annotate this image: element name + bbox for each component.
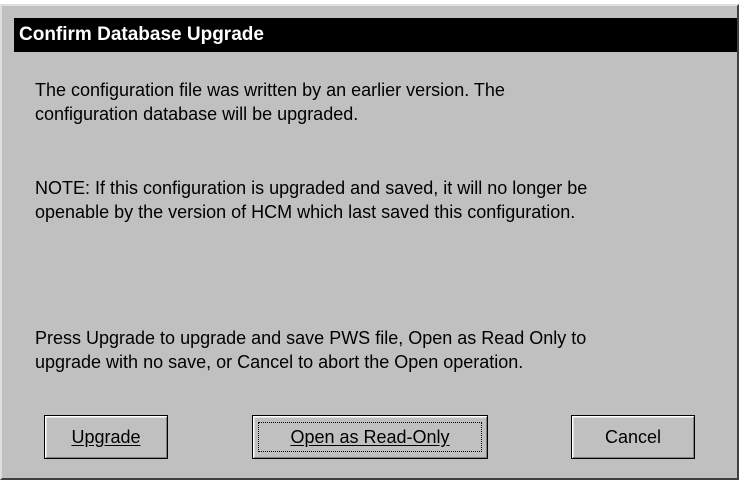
confirm-dialog: Confirm Database Upgrade The configurati…	[0, 4, 739, 480]
cancel-button[interactable]: Cancel	[571, 415, 695, 459]
message-instructions: Press Upgrade to upgrade and save PWS fi…	[35, 326, 725, 374]
message-line: configuration database will be upgraded.	[35, 104, 359, 124]
open-read-only-button-label: Open as Read-Only	[290, 427, 450, 447]
message-note: NOTE: If this configuration is upgraded …	[35, 176, 725, 224]
message-line: upgrade with no save, or Cancel to abort…	[35, 352, 524, 372]
cancel-button-label: Cancel	[604, 427, 662, 447]
message-line: NOTE: If this configuration is upgraded …	[35, 178, 588, 198]
message-line: Press Upgrade to upgrade and save PWS fi…	[35, 328, 587, 348]
message-line: openable by the version of HCM which las…	[35, 202, 576, 222]
upgrade-button[interactable]: Upgrade	[44, 415, 168, 459]
message-line: The configuration file was written by an…	[35, 80, 505, 100]
open-read-only-button[interactable]: Open as Read-Only	[252, 415, 488, 459]
message-upgrade-info: The configuration file was written by an…	[35, 78, 725, 126]
title-bar[interactable]: Confirm Database Upgrade	[14, 18, 737, 52]
upgrade-button-label: Upgrade	[71, 427, 141, 447]
dialog-title: Confirm Database Upgrade	[19, 24, 264, 45]
